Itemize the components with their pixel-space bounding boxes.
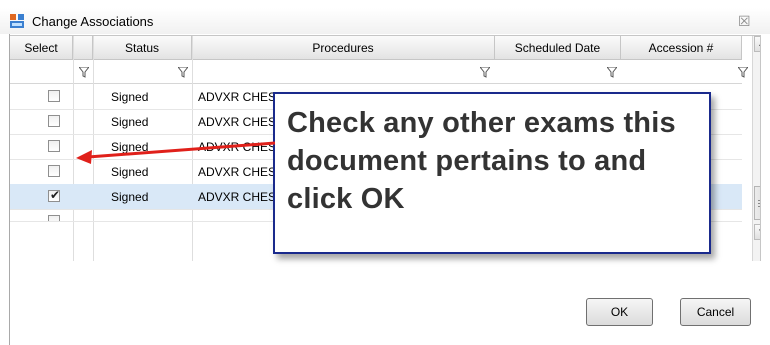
cancel-button[interactable]: Cancel bbox=[680, 298, 751, 326]
select-checkbox[interactable] bbox=[48, 165, 60, 177]
window-title: Change Associations bbox=[32, 14, 154, 29]
ok-button[interactable]: OK bbox=[586, 298, 653, 326]
procedure-cell: ADVXR CHES bbox=[198, 140, 277, 154]
column-header-scheduled-date[interactable]: Scheduled Date bbox=[495, 36, 621, 60]
select-checkbox[interactable] bbox=[48, 90, 60, 102]
checkbox-checked-icon: ✔ bbox=[50, 188, 61, 202]
select-checkbox[interactable] bbox=[48, 215, 60, 221]
status-cell: Signed bbox=[111, 115, 149, 129]
filter-icon[interactable] bbox=[480, 67, 490, 78]
procedure-cell: ADVXR CHES bbox=[198, 190, 277, 204]
app-icon bbox=[10, 14, 24, 28]
column-header-select[interactable]: Select bbox=[10, 36, 73, 60]
vertical-scrollbar[interactable]: ▲ ▼ bbox=[752, 36, 760, 261]
column-header-spacer bbox=[73, 36, 93, 60]
instruction-callout: Check any other exams this document pert… bbox=[273, 92, 711, 254]
column-header-procedures[interactable]: Procedures bbox=[192, 36, 495, 60]
procedure-cell: ADVXR CHES bbox=[198, 165, 277, 179]
callout-text: Check any other exams this document pert… bbox=[287, 107, 676, 215]
filter-icon[interactable] bbox=[178, 67, 188, 78]
column-header-accession[interactable]: Accession # bbox=[621, 36, 742, 60]
status-cell: Signed bbox=[111, 140, 149, 154]
select-checkbox[interactable]: ✔ bbox=[48, 188, 61, 202]
status-cell: Signed bbox=[111, 190, 149, 204]
status-cell: Signed bbox=[111, 90, 149, 104]
filter-row bbox=[10, 61, 748, 84]
close-icon[interactable]: ☒ bbox=[738, 13, 751, 30]
scroll-down-icon[interactable]: ▼ bbox=[754, 224, 760, 240]
filter-icon[interactable] bbox=[738, 67, 748, 78]
procedure-cell: ADVXR CHES bbox=[198, 115, 277, 129]
scrollbar-thumb[interactable] bbox=[754, 186, 760, 220]
filter-icon[interactable] bbox=[607, 67, 617, 78]
column-header-status[interactable]: Status bbox=[93, 36, 192, 60]
procedure-cell: ADVXR CHES bbox=[198, 90, 277, 104]
title-bar: Change Associations ☒ bbox=[0, 8, 770, 34]
status-cell: Signed bbox=[111, 165, 149, 179]
select-checkbox[interactable] bbox=[48, 140, 60, 152]
select-checkbox[interactable] bbox=[48, 115, 60, 127]
scroll-up-icon[interactable]: ▲ bbox=[754, 36, 760, 52]
filter-icon[interactable] bbox=[79, 67, 89, 78]
